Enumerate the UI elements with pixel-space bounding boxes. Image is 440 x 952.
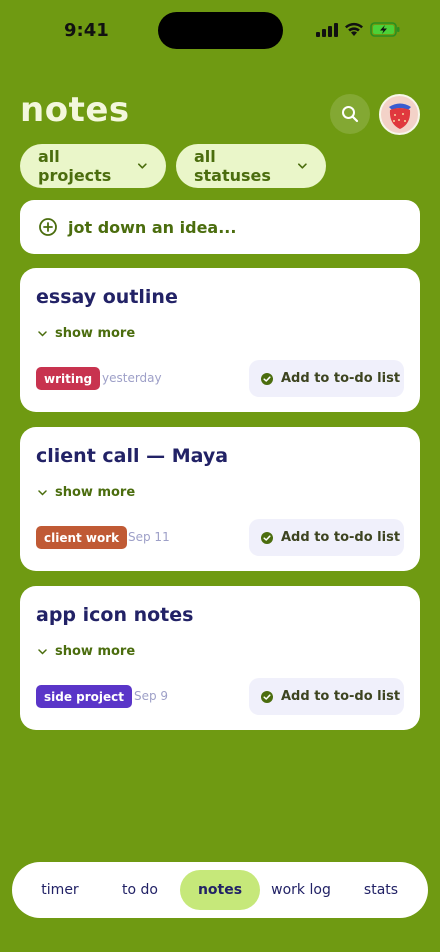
show-more-toggle[interactable]: show more [38,644,135,659]
nav-item-stats[interactable]: stats [342,870,420,910]
note-date: yesterday [102,371,162,385]
chevron-down-icon [38,489,47,496]
show-more-toggle[interactable]: show more [38,485,135,500]
wifi-icon [345,22,363,36]
project-filter[interactable]: all projects [20,144,166,188]
signal-icon [316,22,338,37]
battery-charging-icon [370,22,400,37]
show-more-toggle[interactable]: show more [38,326,135,341]
add-to-todo-label: Add to to-do list [281,689,401,704]
check-circle-icon [261,690,273,703]
nav-item-work-log[interactable]: work log [260,870,342,910]
project-tag: side project [36,685,133,708]
status-bar: 9:41 [0,0,440,60]
new-note-input[interactable]: jot down an idea... [20,200,420,254]
chevron-down-icon [38,648,47,655]
note-card[interactable]: client call — Maya show more client work… [20,427,420,571]
add-to-todo-button[interactable]: Add to to-do list [249,360,404,397]
status-icons [316,22,400,37]
note-title: client call — Maya [36,445,229,467]
status-filter-label: all statuses [194,147,271,185]
note-date: Sep 11 [128,530,170,544]
check-circle-icon [261,531,273,544]
add-to-todo-label: Add to to-do list [281,530,401,545]
add-to-todo-label: Add to to-do list [281,371,401,386]
note-date: Sep 9 [134,689,169,703]
search-button[interactable] [330,94,370,134]
check-circle-icon [261,372,273,385]
project-filter-label: all projects [38,147,112,185]
project-tag: client work [36,526,128,549]
strawberry-icon [388,103,411,129]
show-more-label: show more [55,326,136,341]
new-note-placeholder: jot down an idea... [68,217,237,237]
note-title: app icon notes [36,604,194,626]
status-filter[interactable]: all statuses [176,144,326,188]
bottom-nav: timer to do notes work log stats [12,862,428,918]
note-card[interactable]: essay outline show more writing yesterda… [20,268,420,412]
chevron-down-icon [38,330,47,337]
search-icon [342,106,359,123]
add-to-todo-button[interactable]: Add to to-do list [249,519,404,556]
note-title: essay outline [36,286,178,308]
dynamic-island [158,12,283,49]
avatar[interactable] [379,94,420,135]
page-title: notes [20,90,130,130]
note-card[interactable]: app icon notes show more side project Se… [20,586,420,730]
nav-item-notes[interactable]: notes [180,870,260,910]
status-time: 9:41 [64,20,109,41]
nav-item-todo[interactable]: to do [100,870,180,910]
show-more-label: show more [55,485,136,500]
nav-item-timer[interactable]: timer [20,870,100,910]
show-more-label: show more [55,644,136,659]
add-to-todo-button[interactable]: Add to to-do list [249,678,404,715]
add-circle-icon [39,218,57,236]
project-tag: writing [36,367,101,390]
chevron-down-icon [138,163,148,169]
chevron-down-icon [298,163,308,169]
